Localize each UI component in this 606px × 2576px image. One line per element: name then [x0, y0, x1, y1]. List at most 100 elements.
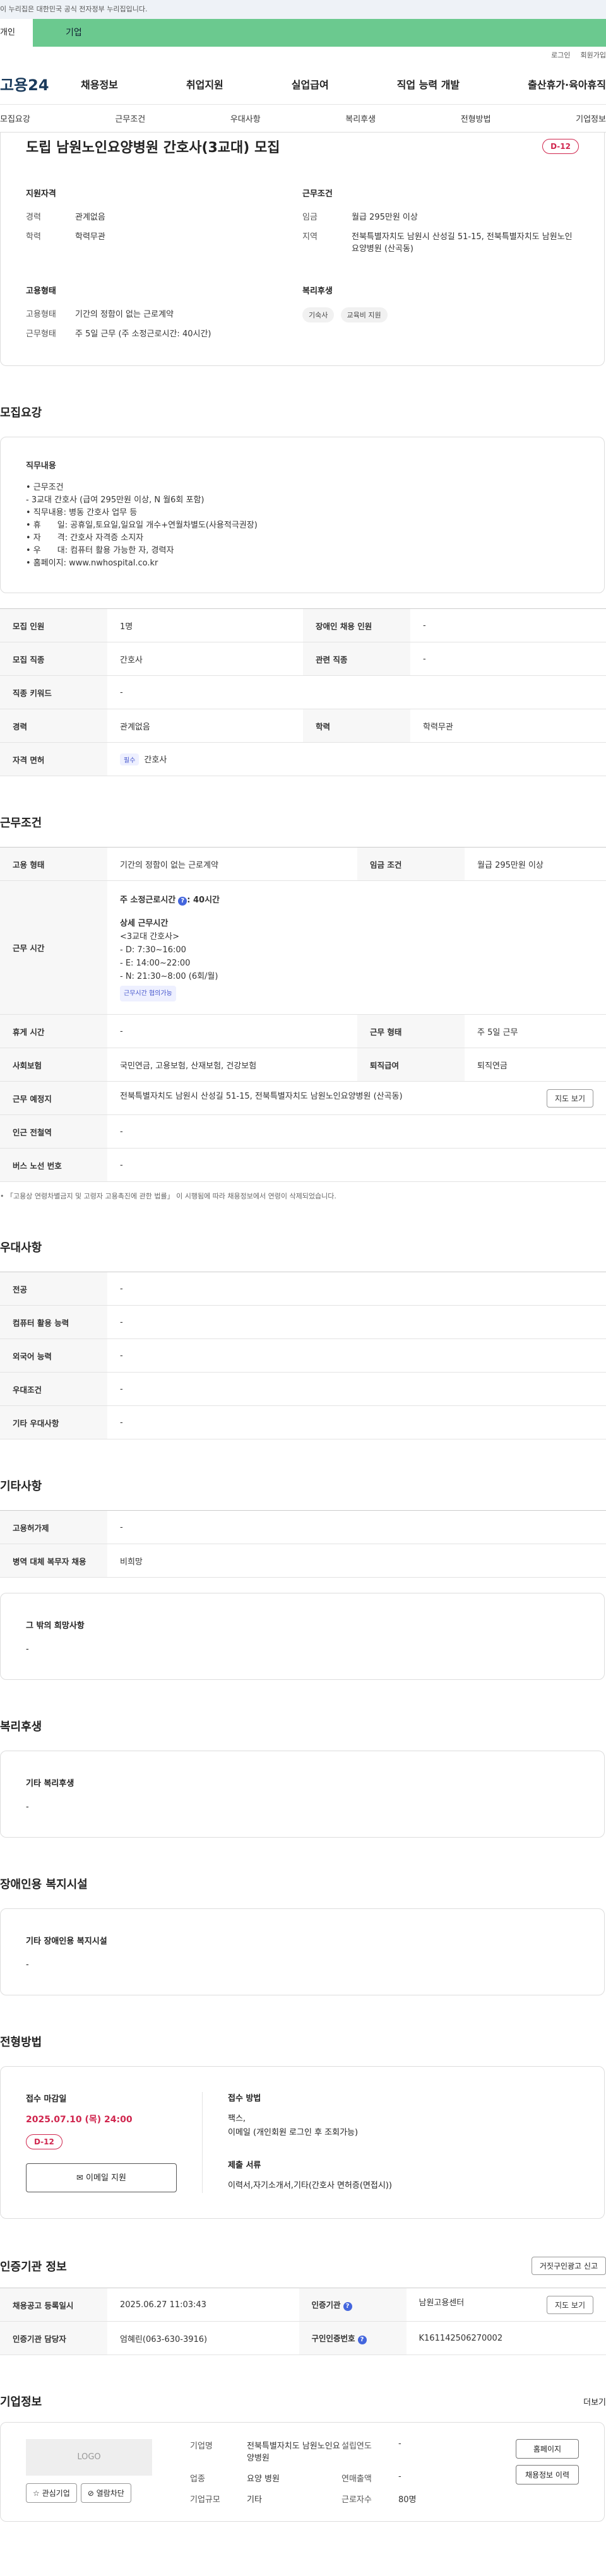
- company-v: 80명: [398, 2495, 417, 2505]
- company-k: 연매출액: [342, 2474, 372, 2484]
- welfare-badge: 기숙사: [302, 307, 335, 322]
- cell-head: 인증기관?: [299, 2288, 407, 2322]
- info-icon[interactable]: ?: [357, 2336, 367, 2344]
- cell: 1명: [107, 608, 303, 642]
- cell-head: 모집 직종: [0, 642, 107, 676]
- tab-work[interactable]: 근무조건: [115, 112, 145, 124]
- history-button[interactable]: 채용정보 이력: [515, 2465, 579, 2484]
- emp-v: 기간의 정함이 없는 근로계약: [75, 310, 174, 319]
- job-summary-card: 도립 남원노인요양병원 간호사(3교대) 모집 D-12 지원자격 경력 관계없음 …: [0, 133, 605, 366]
- license-value: 간호사: [144, 755, 167, 765]
- nav-leave[interactable]: 출산휴가·육아휴직: [528, 76, 606, 92]
- homepage-button[interactable]: 홈페이지: [515, 2439, 579, 2459]
- cell-head: 장애인 채용 인원: [303, 608, 410, 642]
- cell-head: 휴게 시간: [0, 1014, 107, 1048]
- email-apply-button[interactable]: ✉ 이메일 지원: [26, 2163, 177, 2192]
- cell-head: 사회보험: [0, 1048, 107, 1082]
- detail-line: - N: 21:30~8:00 (6회/월): [120, 972, 218, 981]
- info-icon[interactable]: ?: [343, 2302, 352, 2311]
- tab-recruit[interactable]: 모집요강: [0, 112, 30, 124]
- cell: 주 5일 근무: [465, 1014, 606, 1048]
- table-row: 모집 인원 1명 장애인 채용 인원 -: [0, 608, 606, 642]
- cell: 엄혜린(063-630-3916): [107, 2321, 299, 2355]
- tab-process[interactable]: 전형방법: [461, 112, 491, 124]
- section-title: 장애인용 복지시설: [0, 1878, 88, 1891]
- table-row: 경력 관계없음 학력 학력무관: [0, 709, 606, 743]
- info-icon[interactable]: ?: [178, 897, 187, 906]
- nav-jobs[interactable]: 채용정보: [81, 76, 118, 92]
- map-button[interactable]: 지도 보기: [547, 2295, 593, 2314]
- disability-box: 기타 장애인용 복지시설 -: [0, 1908, 605, 1995]
- cell: 관계없음: [107, 709, 303, 743]
- cell-head: 자격 면허: [0, 742, 107, 776]
- cell: 전북특별자치도 남원시 산성길 51-15, 전북특별자치도 남원노인요양병원 …: [107, 1081, 606, 1115]
- other-label: 그 밖의 희망사항: [26, 1621, 85, 1631]
- cell-head: 우대조건: [0, 1372, 107, 1406]
- cell: -: [107, 1405, 606, 1439]
- tab-pref[interactable]: 우대사항: [230, 112, 261, 124]
- table-row: 컴퓨터 활용 능력 -: [0, 1305, 606, 1339]
- duty-line: • 홈페이지: www.nwhospital.co.kr: [26, 558, 158, 568]
- method-label: 접수 방법: [228, 2094, 261, 2103]
- cell: 주 소정근로시간?: 40시간 상세 근무시간 <3교대 간호사> - D: 7…: [107, 880, 606, 1015]
- no-label: 구인인증번호: [311, 2334, 355, 2343]
- cell-head: 병역 대체 복무자 채용: [0, 1544, 107, 1578]
- section-title: 우대사항: [0, 1241, 42, 1255]
- login-link[interactable]: 로그인: [551, 50, 570, 60]
- cond-k: 지역: [302, 232, 318, 242]
- cell: -: [107, 1510, 606, 1544]
- table-row: 기타 우대사항 -: [0, 1405, 606, 1439]
- tab-benefit[interactable]: 복리후생: [345, 112, 376, 124]
- cell: -: [107, 1272, 606, 1306]
- cell-head: 모집 인원: [0, 608, 107, 642]
- section-title: 복리후생: [0, 1720, 42, 1734]
- nav-training[interactable]: 직업 능력 개발: [397, 76, 460, 92]
- section-title: 모집요강: [0, 406, 42, 420]
- time-chip: 근무시간 협의가능: [120, 986, 176, 1001]
- nav-unemployment[interactable]: 실업급여: [292, 76, 329, 92]
- cell: -: [410, 642, 606, 676]
- map-button[interactable]: 지도 보기: [547, 1089, 593, 1108]
- welfare-badge: 교육비 지원: [340, 307, 388, 322]
- cell-head: 임금 조건: [357, 847, 465, 881]
- site-logo[interactable]: 고용24: [0, 73, 81, 95]
- required-chip: 필수: [120, 753, 140, 765]
- table-row: 자격 면허 필수 간호사: [0, 742, 606, 776]
- duty-line: • 직무내용: 병동 간호사 업무 등: [26, 508, 138, 517]
- cell: -: [107, 1114, 606, 1149]
- table-row: 직종 키워드 -: [0, 675, 606, 709]
- duty-line: • 근무조건: [26, 483, 64, 492]
- benefit-box: 기타 복리후생 -: [0, 1751, 605, 1838]
- cell: 간호사: [107, 642, 303, 676]
- section-title: 기업정보: [0, 2396, 42, 2409]
- cell: 기간의 정함이 없는 근로계약: [107, 847, 358, 881]
- emp-k: 근무형태: [26, 329, 56, 339]
- cell-head: 고용허가제: [0, 1510, 107, 1544]
- more-link[interactable]: 더보기: [583, 2396, 606, 2408]
- cell: -: [107, 1372, 606, 1406]
- block-icon: ⊘: [87, 2489, 97, 2498]
- cond-k: 임금: [302, 213, 318, 222]
- tab-company-info[interactable]: 기업정보: [576, 112, 606, 124]
- favorite-button[interactable]: ☆ 관심기업: [26, 2483, 77, 2503]
- method-value: 팩스,: [228, 2114, 246, 2124]
- section-title: 인증기관 정보: [0, 2260, 67, 2274]
- cell-head: 경력: [0, 709, 107, 743]
- qual-k: 경력: [26, 213, 41, 222]
- emp-v: 주 5일 근무 (주 소정근로시간: 40시간): [75, 329, 211, 339]
- signup-link[interactable]: 회원가입: [581, 50, 606, 60]
- duty-label: 직무내용: [26, 461, 56, 471]
- cell-head: 고용 형태: [0, 847, 107, 881]
- disability-value: -: [26, 1960, 29, 1970]
- detail-line: <3교대 간호사>: [120, 932, 179, 942]
- age-note: • 「고용상 연령차별금지 및 고령자 고용촉진에 관한 법률」 이 시행됨에 …: [0, 1192, 336, 1200]
- report-button[interactable]: 거짓구인광고 신고: [531, 2257, 606, 2275]
- block-button[interactable]: ⊘ 열람차단: [80, 2483, 131, 2503]
- tab-company[interactable]: 기업: [33, 19, 606, 47]
- nav-employment-support[interactable]: 취업지원: [186, 76, 223, 92]
- cert-table: 채용공고 등록일시 2025.06.27 11:03:43 인증기관? 남원고용센터 지…: [0, 2288, 606, 2355]
- tab-individual[interactable]: 개인: [0, 19, 33, 47]
- disability-label: 기타 장애인용 복지시설: [26, 1937, 107, 1946]
- cell-head: 근무 예정지: [0, 1081, 107, 1115]
- cell-head: 인증기관 담당자: [0, 2321, 107, 2355]
